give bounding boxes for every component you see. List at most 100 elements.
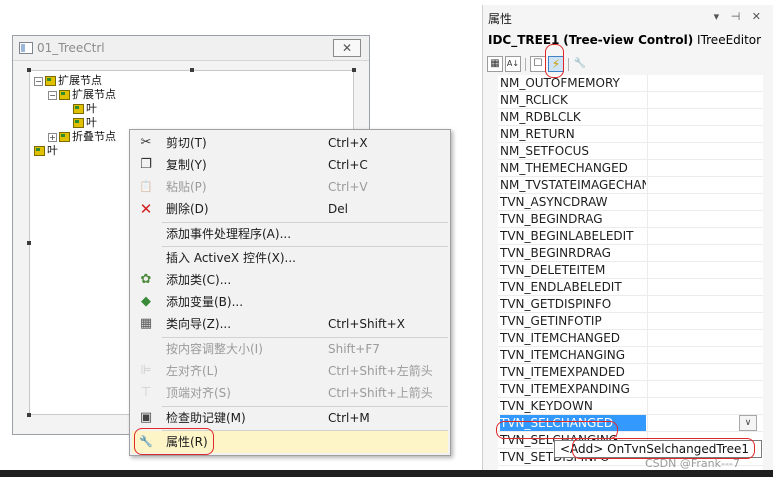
property-grid-row[interactable]: TVN_ITEMCHANGING <box>498 347 763 364</box>
tree-collapse-toggle[interactable]: − <box>34 76 43 86</box>
dialog-title: 01_TreeCtrl <box>37 41 105 55</box>
menu-item-insert-activex[interactable]: 插入 ActiveX 控件(X)... <box>132 247 448 269</box>
resize-handle-top-left[interactable] <box>27 68 31 72</box>
property-grid-row[interactable]: TVN_ITEMEXPANDED <box>498 364 763 381</box>
event-name: TVN_BEGINRDRAG <box>500 246 611 260</box>
toolbar-separator <box>568 58 569 71</box>
grid-column-divider <box>647 262 648 279</box>
event-name: NM_OUTOFMEMORY <box>500 76 620 90</box>
property-grid-row[interactable]: TVN_BEGINLABELEDIT <box>498 228 763 245</box>
tree-leaf[interactable]: 叶 <box>73 116 97 130</box>
menu-item-label: 检查助记键(M) <box>166 411 246 425</box>
tree-node[interactable]: − 扩展节点 <box>48 88 116 102</box>
tree-node-label: 扩展节点 <box>72 88 116 101</box>
menu-item-cut[interactable]: ✂ 剪切(T) Ctrl+X <box>132 132 448 154</box>
property-grid-row[interactable]: TVN_ASYNCDRAW <box>498 194 763 211</box>
toolbar-separator <box>525 58 526 71</box>
menu-item-shortcut: Ctrl+V <box>328 180 368 194</box>
tree-node[interactable]: + 折叠节点 <box>48 130 116 144</box>
properties-object-selector[interactable]: IDC_TREE1 (Tree-view Control) ITreeEdito… <box>488 33 761 47</box>
tree-expand-toggle[interactable]: + <box>48 132 57 142</box>
class-wizard-icon: ▦ <box>139 316 153 331</box>
event-name: NM_RCLICK <box>500 93 568 107</box>
tree-leaf[interactable]: 叶 <box>34 144 58 158</box>
grid-column-divider <box>647 398 648 415</box>
property-pages-wrench-button[interactable]: 🔧 <box>572 56 588 72</box>
grid-column-divider <box>647 228 648 245</box>
menu-item-add-variable[interactable]: ◆ 添加变量(B)... <box>132 291 448 313</box>
event-name: TVN_ITEMEXPANDING <box>500 382 630 396</box>
property-grid-row[interactable]: TVN_GETINFOTIP <box>498 313 763 330</box>
property-grid-row[interactable]: TVN_SELCHANGED ∨ <box>498 415 763 432</box>
tree-leaf[interactable]: 叶 <box>73 102 97 116</box>
menu-item-add-class[interactable]: ✿ 添加类(C)... <box>132 269 448 291</box>
event-name: NM_TVSTATEIMAGECHANGING <box>500 178 646 192</box>
grid-column-divider <box>647 109 648 126</box>
event-name: TVN_ITEMCHANGING <box>500 348 626 362</box>
event-name: TVN_BEGINDRAG <box>500 212 603 226</box>
grid-column-divider <box>647 313 648 330</box>
context-menu: ✂ 剪切(T) Ctrl+X ❐ 复制(Y) Ctrl+C 📋 粘贴(P) Ct… <box>129 129 451 456</box>
properties-title: 属性 <box>488 12 513 26</box>
resize-handle-mid-left[interactable] <box>27 241 31 245</box>
dialog-close-button[interactable]: ✕ <box>333 39 361 57</box>
event-name: TVN_SELCHANGED <box>500 415 646 431</box>
menu-item-label: 属性(R) <box>166 435 208 449</box>
property-grid-row[interactable]: NM_THEMECHANGED <box>498 160 763 177</box>
grid-column-divider <box>647 279 648 296</box>
grid-column-divider <box>647 381 648 398</box>
menu-item-properties[interactable]: 🔧 属性(R) <box>132 431 448 453</box>
grid-column-divider <box>647 177 648 194</box>
event-name: NM_RETURN <box>500 127 575 141</box>
menu-item-shortcut: Ctrl+Shift+X <box>328 317 405 331</box>
event-name: TVN_GETINFOTIP <box>500 314 602 328</box>
menu-item-check-mnemonics[interactable]: ▣ 检查助记键(M) Ctrl+M <box>132 407 448 429</box>
resize-handle-top-mid[interactable] <box>190 68 194 72</box>
property-grid-row[interactable]: NM_TVSTATEIMAGECHANGING <box>498 177 763 194</box>
property-grid-row[interactable]: NM_RDBLCLK <box>498 109 763 126</box>
properties-view-button[interactable]: ☐ <box>530 56 546 72</box>
menu-item-delete[interactable]: ✕ 删除(D) Del <box>132 198 448 220</box>
resize-handle-bottom-left[interactable] <box>27 413 31 417</box>
grid-column-divider <box>647 415 648 432</box>
event-handler-dropdown-option[interactable]: <Add> OnTvnSelchangedTree1 <box>554 440 762 458</box>
tree-node[interactable]: − 扩展节点 <box>34 74 102 88</box>
menu-item-label: 添加类(C)... <box>166 273 232 287</box>
property-grid-row[interactable]: TVN_KEYDOWN <box>498 398 763 415</box>
property-grid-row[interactable]: TVN_GETDISPINFO <box>498 296 763 313</box>
property-grid-row[interactable]: TVN_DELETEITEM <box>498 262 763 279</box>
alphabetical-sort-button[interactable]: A↓ <box>505 56 521 72</box>
menu-item-label: 删除(D) <box>166 202 209 216</box>
add-variable-icon: ◆ <box>141 294 151 309</box>
tree-node-icon <box>59 90 70 100</box>
menu-item-shortcut: Shift+F7 <box>328 342 380 356</box>
property-grid-row[interactable]: TVN_BEGINRDRAG <box>498 245 763 262</box>
property-grid-row[interactable]: NM_OUTOFMEMORY <box>498 75 763 92</box>
menu-item-label: 按内容调整大小(I) <box>166 342 263 356</box>
categorized-view-button[interactable]: ▦ <box>487 56 503 72</box>
property-grid-row[interactable]: TVN_ENDLABELEDIT <box>498 279 763 296</box>
align-left-icon: ⊫ <box>140 363 152 378</box>
handler-dropdown-button[interactable]: ∨ <box>739 415 757 431</box>
property-grid-row[interactable]: NM_RCLICK <box>498 92 763 109</box>
pane-pin-controls[interactable]: ▾ ⊣ ✕ <box>714 10 765 23</box>
events-lightning-button[interactable]: ⚡ <box>548 56 564 72</box>
paste-icon: 📋 <box>139 180 153 193</box>
menu-item-align-top: ⊤ 顶端对齐(S) Ctrl+Shift+上箭头 <box>132 382 448 404</box>
property-grid-row[interactable]: NM_RETURN <box>498 126 763 143</box>
menu-item-copy[interactable]: ❐ 复制(Y) Ctrl+C <box>132 154 448 176</box>
dialog-titlebar[interactable]: 01_TreeCtrl ✕ <box>13 36 369 61</box>
tree-collapse-toggle[interactable]: − <box>48 90 57 100</box>
property-grid-row[interactable]: TVN_BEGINDRAG <box>498 211 763 228</box>
grid-column-divider <box>647 143 648 160</box>
delete-icon: ✕ <box>139 200 153 218</box>
property-grid-row[interactable]: TVN_ITEMCHANGED <box>498 330 763 347</box>
event-name: NM_SETFOCUS <box>500 144 589 158</box>
property-grid-row[interactable]: TVN_ITEMEXPANDING <box>498 381 763 398</box>
event-name: TVN_KEYDOWN <box>500 399 593 413</box>
menu-item-class-wizard[interactable]: ▦ 类向导(Z)... Ctrl+Shift+X <box>132 313 448 335</box>
menu-item-add-event-handler[interactable]: 添加事件处理程序(A)... <box>132 223 448 245</box>
taskbar-strip <box>0 470 773 477</box>
property-grid-row[interactable]: NM_SETFOCUS <box>498 143 763 160</box>
resize-handle-top-right[interactable] <box>352 68 356 72</box>
